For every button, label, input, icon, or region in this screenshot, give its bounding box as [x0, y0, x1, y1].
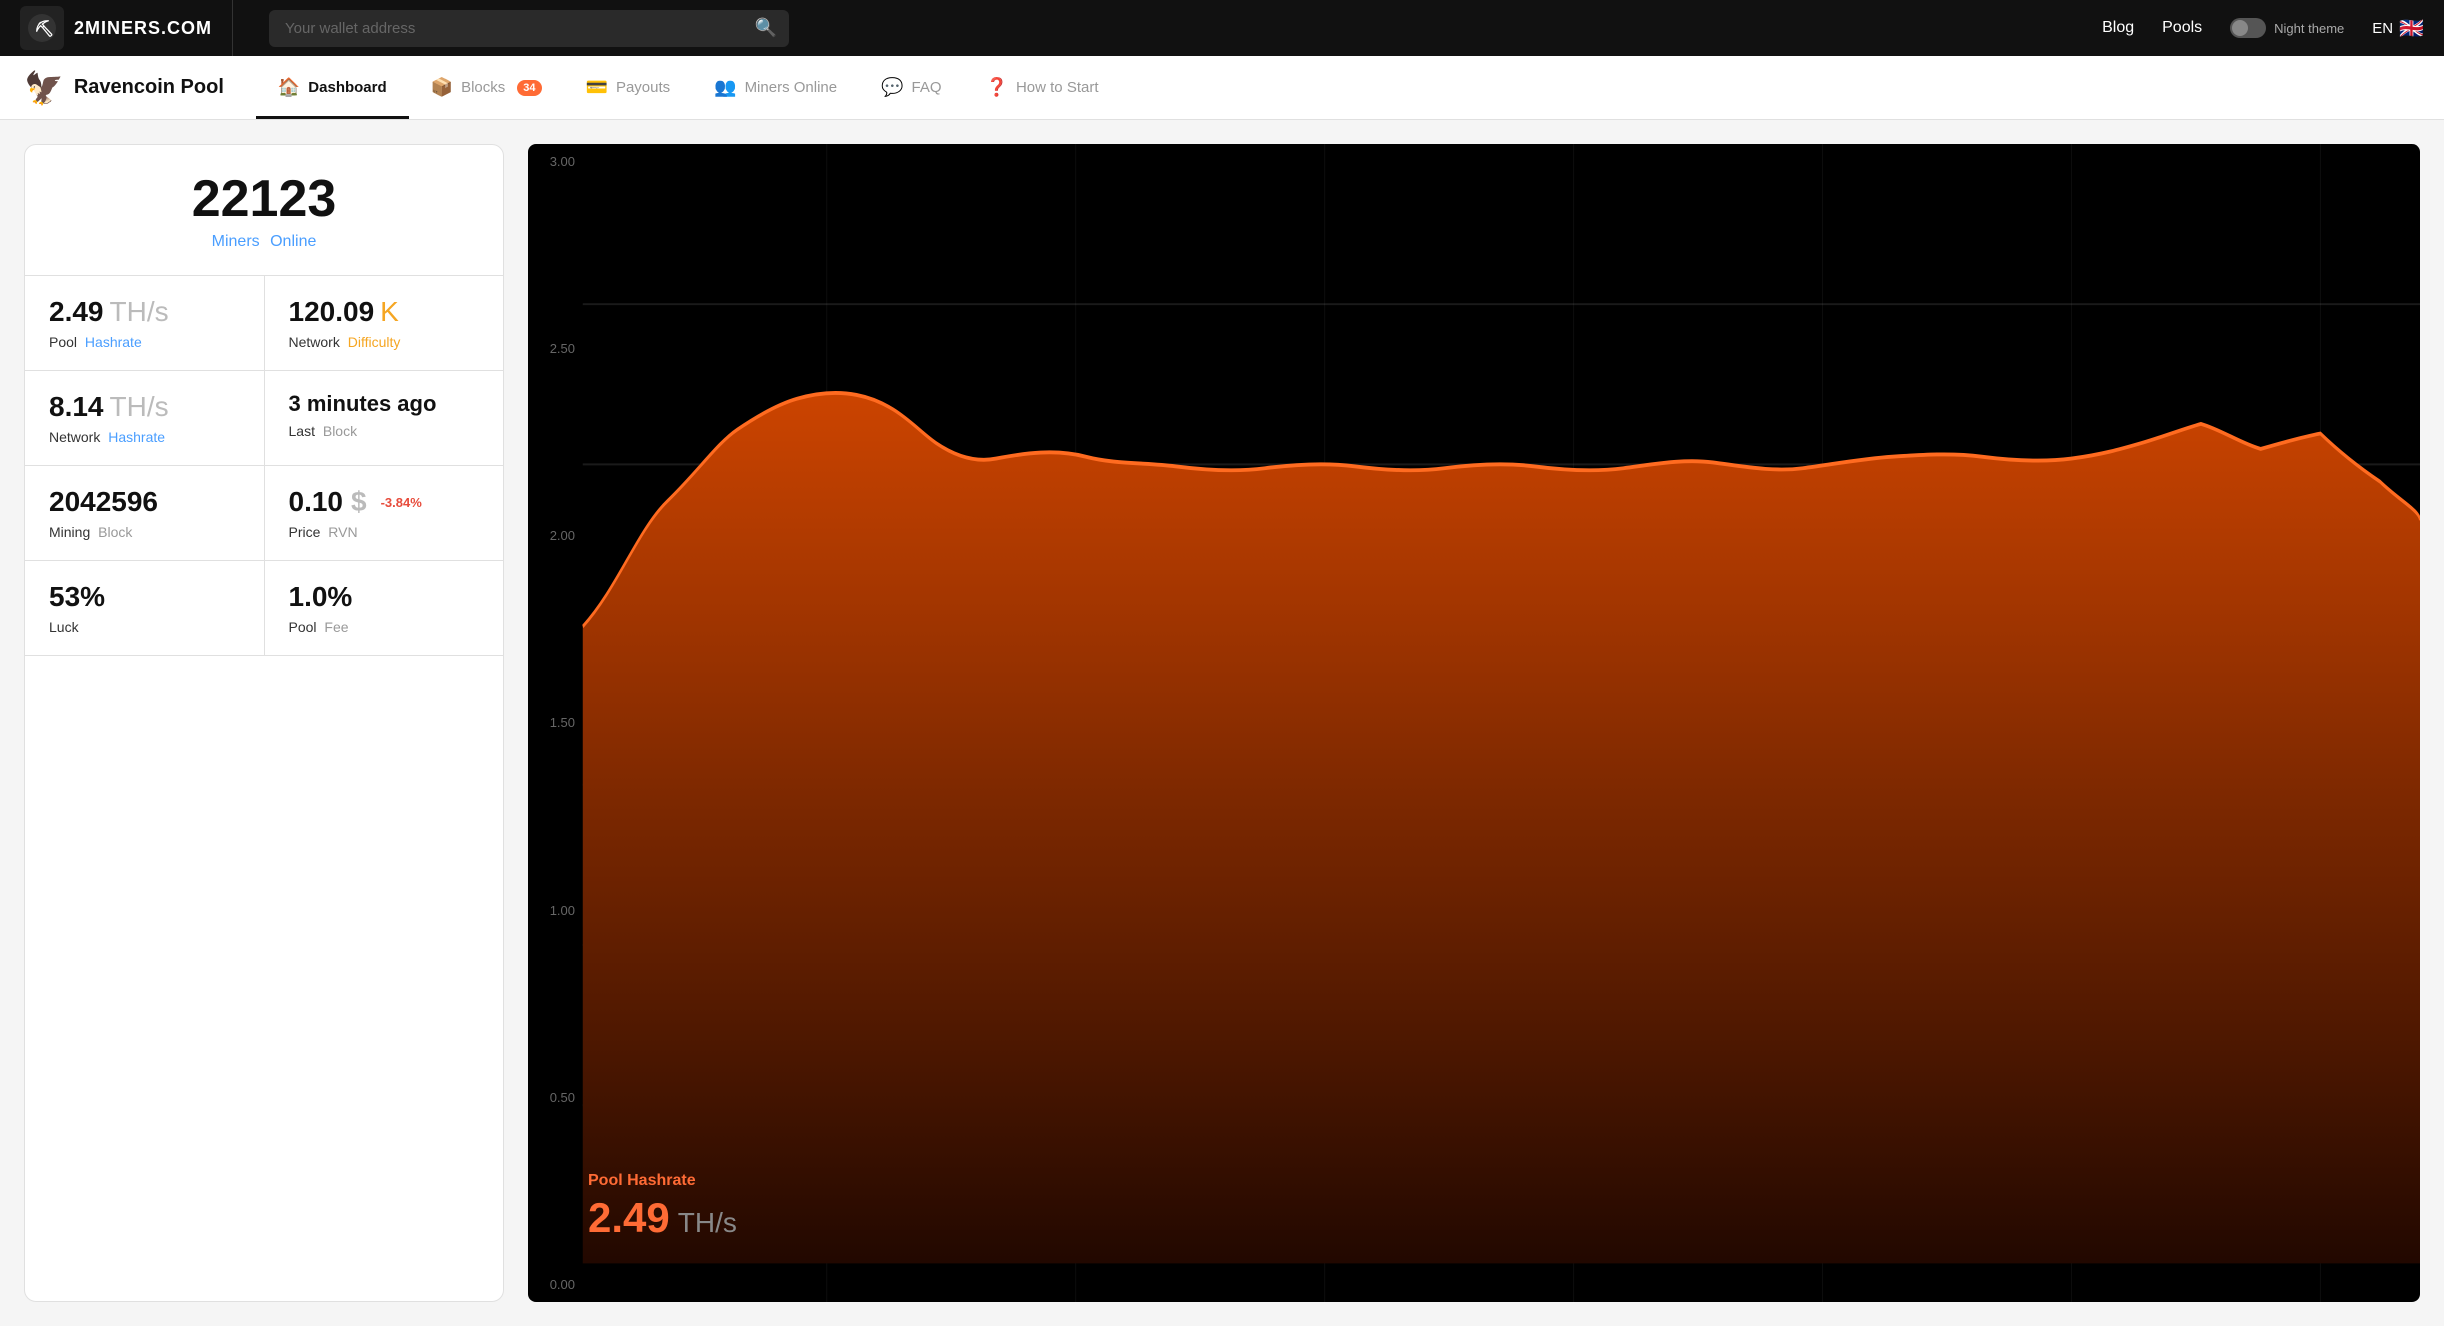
miners-count-value: 22123: [49, 173, 479, 225]
network-difficulty-unit: K: [380, 296, 399, 328]
price-cell: 0.10 $ -3.84% Price RVN: [265, 466, 504, 560]
network-hashrate-sub: Hashrate: [108, 429, 165, 445]
miners-icon: 👥: [714, 77, 736, 98]
network-hashrate-unit: TH/s: [110, 391, 169, 423]
stat-row-block-price: 2042596 Mining Block 0.10 $ -3.84% Price…: [25, 466, 503, 561]
price-unit: $: [351, 486, 367, 518]
night-theme-toggle: Night theme: [2230, 18, 2344, 38]
luck-label: Luck: [49, 619, 240, 635]
chart-overlay-value: 2.49 TH/s: [588, 1194, 737, 1242]
tab-faq[interactable]: 💬 FAQ: [859, 56, 963, 119]
pool-brand: 🦅 Ravencoin Pool: [24, 69, 224, 107]
network-difficulty-cell: 120.09 K Network Difficulty: [265, 276, 504, 370]
svg-text:⛏: ⛏: [34, 19, 54, 38]
price-label: Price RVN: [289, 524, 480, 540]
chart-overlay-label-text: Pool Hashrate: [588, 1172, 737, 1190]
pool-hashrate-sub: Hashrate: [85, 334, 142, 350]
last-block-value: 3 minutes ago: [289, 391, 480, 417]
pool-hashrate-label: Pool Hashrate: [49, 334, 240, 350]
pool-hashrate-value: 2.49 TH/s: [49, 296, 240, 328]
tab-payouts-label: Payouts: [616, 79, 670, 96]
language-selector[interactable]: EN 🇬🇧: [2372, 16, 2424, 41]
sub-nav-links: 🏠 Dashboard 📦 Blocks 34 💳 Payouts 👥 Mine…: [256, 56, 1121, 119]
site-name: 2MINERS.COM: [74, 18, 212, 39]
help-icon: ❓: [986, 77, 1008, 98]
price-value: 0.10 $ -3.84%: [289, 486, 480, 518]
network-difficulty-value: 120.09 K: [289, 296, 480, 328]
top-navbar: ⛏ 2MINERS.COM 🔍 Blog Pools Night theme E…: [0, 0, 2444, 56]
logo-icon: ⛏: [20, 6, 64, 50]
miners-online-text: Online: [270, 233, 316, 250]
luck-value: 53%: [49, 581, 240, 613]
miners-count-label: Miners Online: [49, 233, 479, 251]
blocks-badge: 34: [517, 80, 541, 96]
tab-payouts[interactable]: 💳 Payouts: [564, 56, 693, 119]
mining-block-value: 2042596: [49, 486, 240, 518]
night-theme-label: Night theme: [2274, 21, 2344, 36]
pools-link[interactable]: Pools: [2162, 19, 2202, 37]
stats-panel: 22123 Miners Online 2.49 TH/s Pool Hashr…: [24, 144, 504, 1302]
nav-links: Blog Pools Night theme EN 🇬🇧: [2102, 16, 2424, 41]
stat-row-luck-fee: 53% Luck 1.0% Pool Fee: [25, 561, 503, 656]
search-bar: 🔍: [269, 10, 789, 47]
last-block-label: Last Block: [289, 423, 480, 439]
search-icon[interactable]: 🔍: [755, 18, 777, 39]
ravencoin-icon: 🦅: [24, 69, 64, 107]
tab-miners-online[interactable]: 👥 Miners Online: [692, 56, 859, 119]
luck-cell: 53% Luck: [25, 561, 265, 655]
dashboard-icon: 🏠: [278, 77, 300, 98]
tab-how-to-start[interactable]: ❓ How to Start: [964, 56, 1121, 119]
blog-link[interactable]: Blog: [2102, 19, 2134, 37]
tab-blocks[interactable]: 📦 Blocks 34: [409, 56, 564, 119]
last-block-sub: Block: [323, 423, 357, 439]
pool-title: Ravencoin Pool: [74, 76, 224, 99]
stat-row-nethash-lastblock: 8.14 TH/s Network Hashrate 3 minutes ago…: [25, 371, 503, 466]
blocks-icon: 📦: [431, 77, 453, 98]
chart-value-number: 2.49: [588, 1194, 670, 1242]
pool-fee-cell: 1.0% Pool Fee: [265, 561, 504, 655]
network-hashrate-label: Network Hashrate: [49, 429, 240, 445]
price-sub: RVN: [328, 524, 357, 540]
pool-fee-label: Pool Fee: [289, 619, 480, 635]
flag-icon: 🇬🇧: [2399, 16, 2424, 41]
faq-icon: 💬: [881, 77, 903, 98]
miners-count-section: 22123 Miners Online: [25, 145, 503, 276]
mining-block-label: Mining Block: [49, 524, 240, 540]
chart-overlay: Pool Hashrate 2.49 TH/s: [588, 1172, 737, 1242]
last-block-cell: 3 minutes ago Last Block: [265, 371, 504, 465]
pool-fee-value: 1.0%: [289, 581, 480, 613]
mining-block-cell: 2042596 Mining Block: [25, 466, 265, 560]
logo-area: ⛏ 2MINERS.COM: [20, 0, 233, 56]
night-theme-switch[interactable]: [2230, 18, 2266, 38]
miners-text: Miners: [212, 233, 260, 250]
chart-value-unit: TH/s: [678, 1207, 737, 1239]
hashrate-chart: [528, 144, 2420, 1302]
network-difficulty-sub: Difficulty: [348, 334, 401, 350]
network-difficulty-label: Network Difficulty: [289, 334, 480, 350]
tab-miners-online-label: Miners Online: [745, 79, 838, 96]
tab-faq-label: FAQ: [912, 79, 942, 96]
stat-row-hashrate-difficulty: 2.49 TH/s Pool Hashrate 120.09 K Network…: [25, 276, 503, 371]
wallet-search-input[interactable]: [269, 10, 789, 47]
tab-dashboard-label: Dashboard: [308, 79, 386, 96]
tab-blocks-label: Blocks: [461, 79, 505, 96]
mining-block-sub: Block: [98, 524, 132, 540]
sub-navbar: 🦅 Ravencoin Pool 🏠 Dashboard 📦 Blocks 34…: [0, 56, 2444, 120]
pool-fee-sub: Fee: [324, 619, 348, 635]
tab-how-to-start-label: How to Start: [1016, 79, 1099, 96]
pool-hashrate-unit: TH/s: [110, 296, 169, 328]
main-content: 22123 Miners Online 2.49 TH/s Pool Hashr…: [0, 120, 2444, 1326]
network-hashrate-cell: 8.14 TH/s Network Hashrate: [25, 371, 265, 465]
price-change-badge: -3.84%: [381, 495, 422, 510]
pool-hashrate-cell: 2.49 TH/s Pool Hashrate: [25, 276, 265, 370]
network-hashrate-value: 8.14 TH/s: [49, 391, 240, 423]
lang-code: EN: [2372, 20, 2393, 37]
chart-area: 3.00 2.50 2.00 1.50 1.00 0.50 0.00: [528, 144, 2420, 1302]
tab-dashboard[interactable]: 🏠 Dashboard: [256, 56, 409, 119]
payouts-icon: 💳: [586, 77, 608, 98]
